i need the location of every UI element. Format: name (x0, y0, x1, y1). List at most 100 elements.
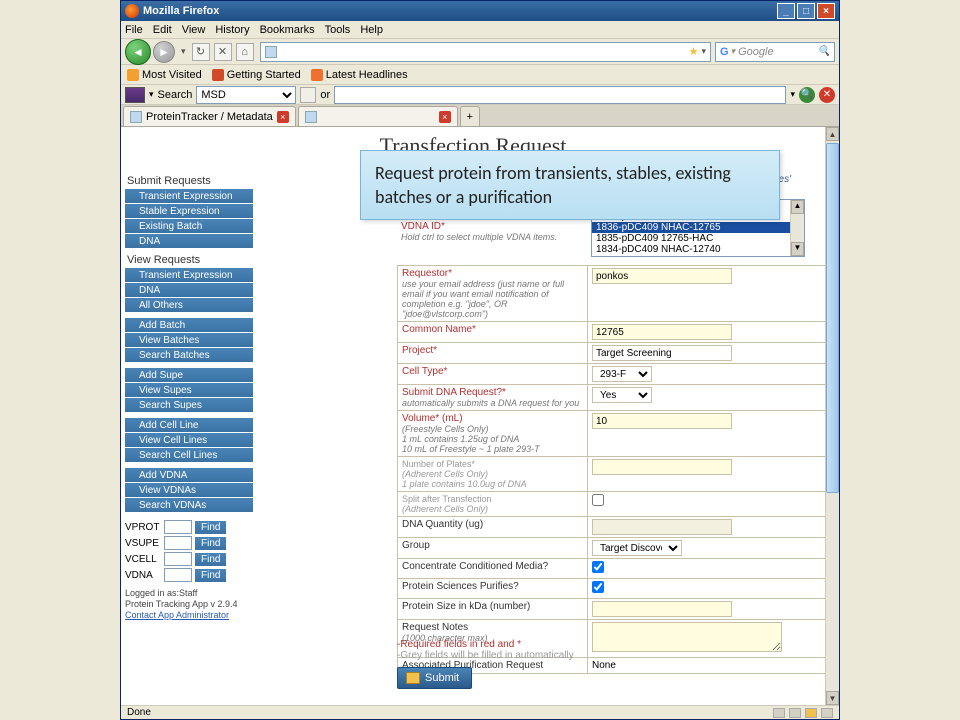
find-button[interactable]: Find (195, 537, 226, 550)
menu-file[interactable]: File (125, 24, 143, 36)
menu-history[interactable]: History (215, 24, 249, 36)
finder-input[interactable] (164, 536, 192, 550)
finder-input[interactable] (164, 552, 192, 566)
tab-close-button[interactable]: × (277, 111, 289, 123)
scroll-thumb[interactable] (826, 143, 839, 493)
reload-button[interactable]: ↻ (192, 43, 210, 61)
menu-edit[interactable]: Edit (153, 24, 172, 36)
secondary-search-clear[interactable]: ✕ (819, 87, 835, 103)
status-icon (773, 708, 785, 718)
plates-input[interactable] (592, 459, 732, 475)
finder-input[interactable] (164, 568, 192, 582)
requestor-input[interactable] (592, 268, 732, 284)
forward-button[interactable]: ► (153, 41, 175, 63)
vdna-option[interactable]: 1834-pDC409 NHAC-12740 (592, 244, 804, 255)
sidebar-item[interactable]: Add Supe (125, 368, 253, 382)
concentrate-checkbox[interactable] (592, 561, 604, 573)
project-input[interactable] (592, 345, 732, 361)
sidebar-item[interactable]: DNA (125, 283, 253, 297)
dna-qty-input[interactable] (592, 519, 732, 535)
sidebar-item[interactable]: Add Batch (125, 318, 253, 332)
find-button[interactable]: Find (195, 569, 226, 582)
tab-blank[interactable]: × (298, 106, 458, 126)
secondary-search-input[interactable] (334, 86, 786, 104)
home-button[interactable]: ⌂ (236, 43, 254, 61)
menu-tools[interactable]: Tools (325, 24, 351, 36)
search-go-icon[interactable]: 🔍 (818, 46, 830, 57)
common-name-input[interactable] (592, 324, 732, 340)
dna-request-select[interactable]: Yes (592, 387, 652, 403)
sidebar-heading-view: View Requests (127, 254, 253, 266)
browser-search-box[interactable]: G ▾ Google 🔍 (715, 42, 835, 62)
google-icon: G (720, 46, 729, 58)
sidebar-item[interactable]: Search Supes (125, 398, 253, 412)
finder-label: VCELL (125, 554, 161, 565)
sidebar-item[interactable]: View Batches (125, 333, 253, 347)
sidebar-item[interactable]: All Others (125, 298, 253, 312)
tab-favicon-icon (305, 111, 317, 123)
menu-bookmarks[interactable]: Bookmarks (260, 24, 315, 36)
notes-textarea[interactable] (592, 622, 782, 652)
sidebar-item[interactable]: View Supes (125, 383, 253, 397)
scroll-up-icon[interactable]: ▲ (791, 200, 804, 214)
back-button[interactable]: ◄ (125, 39, 151, 65)
bookmark-getting-started[interactable]: Getting Started (212, 69, 301, 81)
maximize-button[interactable]: □ (797, 3, 815, 19)
status-text: Done (127, 707, 151, 718)
url-dropdown-icon[interactable]: ▾ (701, 46, 706, 57)
contact-admin-link[interactable]: Contact App Administrator (125, 610, 229, 620)
find-button[interactable]: Find (195, 553, 226, 566)
cell-type-select[interactable]: 293-F (592, 366, 652, 382)
submit-button[interactable]: Submit (397, 667, 472, 689)
page-scrollbar[interactable]: ▲ ▼ (825, 127, 839, 705)
stop-button[interactable]: ✕ (214, 43, 232, 61)
sidebar-item[interactable]: Search Cell Lines (125, 448, 253, 462)
menu-help[interactable]: Help (360, 24, 383, 36)
history-dropdown-icon[interactable]: ▾ (181, 46, 186, 57)
close-window-button[interactable]: × (817, 3, 835, 19)
bookmark-star-icon[interactable]: ★ (689, 45, 699, 58)
request-form: Requestor* use your email address (just … (397, 265, 825, 674)
assoc-value: None (588, 658, 826, 674)
sidebar-item[interactable]: Transient Expression (125, 268, 253, 282)
search-placeholder: Google (738, 46, 773, 58)
new-tab-button[interactable]: + (460, 106, 480, 126)
tab-title: ProteinTracker / Metadata (146, 111, 273, 123)
psp-checkbox[interactable] (592, 581, 604, 593)
sidebar-item[interactable]: DNA (125, 234, 253, 248)
sidebar-item[interactable]: View VDNAs (125, 483, 253, 497)
tab-proteintracker[interactable]: ProteinTracker / Metadata × (123, 106, 296, 126)
vdna-option[interactable]: 1835-pDC409 12765-HAC (592, 233, 804, 244)
scroll-down-icon[interactable]: ▼ (791, 242, 804, 256)
sidebar-item[interactable]: Existing Batch (125, 219, 253, 233)
volume-input[interactable] (592, 413, 732, 429)
status-icon (789, 708, 801, 718)
search-source-select[interactable]: MSD (196, 86, 296, 104)
finder-input[interactable] (164, 520, 192, 534)
size-input[interactable] (592, 601, 732, 617)
group-select[interactable]: Target Discovery (592, 540, 682, 556)
scroll-up-icon[interactable]: ▲ (826, 127, 839, 141)
sidebar-item[interactable]: View Cell Lines (125, 433, 253, 447)
scroll-down-icon[interactable]: ▼ (826, 691, 839, 705)
url-bar[interactable]: ★ ▾ (260, 42, 711, 62)
sidebar-item[interactable]: Stable Expression (125, 204, 253, 218)
sidebar-item[interactable]: Search Batches (125, 348, 253, 362)
sidebar-item[interactable]: Search VDNAs (125, 498, 253, 512)
tab-close-button[interactable]: × (439, 111, 451, 123)
bookmark-most-visited[interactable]: Most Visited (127, 69, 202, 81)
bookmark-latest-headlines[interactable]: Latest Headlines (311, 69, 408, 81)
minimize-button[interactable]: _ (777, 3, 795, 19)
vdna-option[interactable]: 1836-pDC409 NHAC-12765 (592, 222, 804, 233)
split-checkbox[interactable] (592, 494, 604, 506)
find-button[interactable]: Find (195, 521, 226, 534)
sidebar-item[interactable]: Transient Expression (125, 189, 253, 203)
vdna-id-hint: Hold ctrl to select multiple VDNA items. (401, 232, 557, 242)
secondary-search-go[interactable]: 🔍 (799, 87, 815, 103)
sidebar-item[interactable]: Add VDNA (125, 468, 253, 482)
search-mini-icon[interactable] (300, 87, 316, 103)
sidebar-item[interactable]: Add Cell Line (125, 418, 253, 432)
toolbar-app-icon[interactable] (125, 87, 145, 103)
menu-view[interactable]: View (182, 24, 206, 36)
status-icon (805, 708, 817, 718)
